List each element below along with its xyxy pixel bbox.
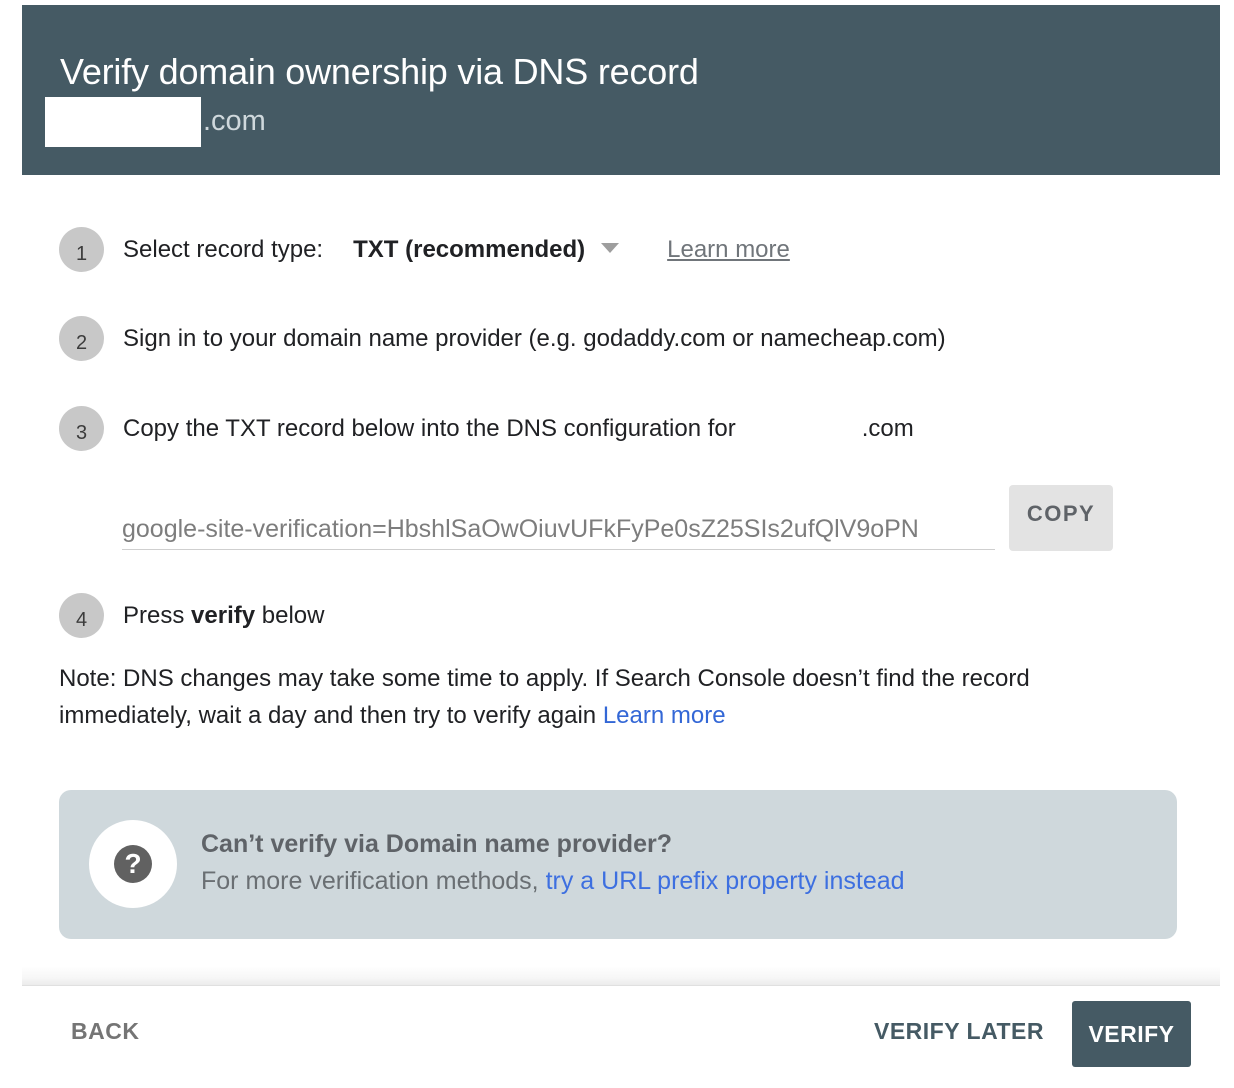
step-label: Copy the TXT record below into the DNS c… [123,415,914,443]
help-icon-container: ? [89,820,177,908]
dialog-header: Verify domain ownership via DNS record .… [22,5,1220,175]
step-2: 2 Sign in to your domain name provider (… [59,316,946,361]
record-type-value: TXT (recommended) [353,235,586,263]
verify-button[interactable]: VERIFY [1072,1001,1191,1067]
step-label-text: Copy the TXT record below into the DNS c… [123,414,736,442]
redacted-domain [45,97,201,147]
note-text: Note: DNS changes may take some time to … [59,665,1030,729]
step-4: 4 Press verify below [59,593,324,638]
step-1: 1 Select record type: TXT (recommended) … [59,227,790,272]
step-number: 2 [59,316,104,361]
footer-divider [22,966,1220,986]
step-label: Select record type: [123,235,324,263]
verify-dns-dialog: Verify domain ownership via DNS record .… [0,0,1234,1088]
txt-record-field[interactable]: google-site-verification=HbshlSaOwOiuvUF… [122,510,995,550]
alternative-description: For more verification methods, [201,867,539,895]
help-question-icon: ? [114,845,152,883]
step-label-prefix: Press [123,601,185,629]
record-type-dropdown[interactable]: TXT (recommended) [353,235,620,264]
step-number: 1 [59,227,104,272]
step-3: 3 Copy the TXT record below into the DNS… [59,406,914,451]
note-learn-more-link[interactable]: Learn more [603,702,726,729]
step-label-bold: verify [191,601,256,629]
back-button[interactable]: BACK [71,1018,139,1045]
step-label: Sign in to your domain name provider (e.… [123,324,946,352]
domain-name: .com [45,97,266,147]
url-prefix-link[interactable]: try a URL prefix property instead [546,867,905,895]
alternative-text: For more verification methods, try a URL… [201,867,905,896]
dialog-title: Verify domain ownership via DNS record [60,51,699,92]
domain-suffix: .com [203,104,266,137]
step-number: 4 [59,593,104,638]
step-label-suffix: below [261,601,325,629]
step-number: 3 [59,406,104,451]
dropdown-arrow-icon [601,243,620,253]
learn-more-link[interactable]: Learn more [667,236,790,264]
domain-suffix: .com [861,414,914,442]
alternative-method-card: ? Can’t verify via Domain name provider?… [59,790,1177,939]
step-label: Press verify below [123,602,324,630]
dns-note: Note: DNS changes may take some time to … [59,660,1159,734]
verify-later-button[interactable]: VERIFY LATER [874,1018,1044,1045]
copy-button[interactable]: COPY [1009,485,1113,551]
alternative-title: Can’t verify via Domain name provider? [201,830,672,858]
